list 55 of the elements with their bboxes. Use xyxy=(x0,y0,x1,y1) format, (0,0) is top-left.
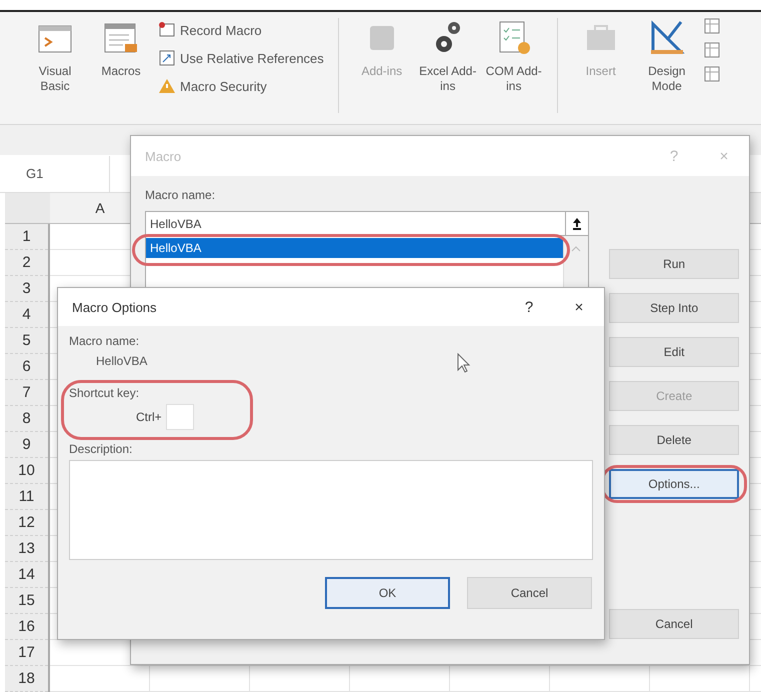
record-macro-icon[interactable] xyxy=(158,21,176,39)
dialog-button[interactable]: Delete xyxy=(609,425,739,455)
close-button[interactable]: × xyxy=(554,298,604,316)
ribbon-button-label[interactable]: Macros xyxy=(101,64,141,79)
dialog-title: Macro xyxy=(145,148,182,164)
row-header[interactable]: 1 xyxy=(5,224,48,250)
mouse-pointer-icon xyxy=(457,353,471,373)
row-header[interactable]: 14 xyxy=(5,562,48,588)
row-header[interactable]: 16 xyxy=(5,614,48,640)
ribbon-command[interactable]: Record Macro xyxy=(180,22,262,38)
row-header[interactable]: 10 xyxy=(5,458,48,484)
name-box[interactable]: G1 xyxy=(0,156,110,192)
ribbon-button-label[interactable]: COM Add-ins xyxy=(484,64,543,94)
row-header[interactable]: 8 xyxy=(5,406,48,432)
row-header[interactable]: 2 xyxy=(5,250,48,276)
grid-small-icon[interactable] xyxy=(704,42,720,58)
grid-small-icon[interactable] xyxy=(704,18,720,34)
row-header[interactable]: 12 xyxy=(5,510,48,536)
dialog-button[interactable]: Run xyxy=(609,249,739,279)
relative-reference-icon[interactable] xyxy=(158,49,176,67)
shortcut-key-field[interactable] xyxy=(166,404,194,430)
ribbon-command[interactable]: Macro Security xyxy=(180,78,267,94)
ribbon-button-label[interactable]: Excel Add-ins xyxy=(418,64,477,94)
macro-name-value: HelloVBA xyxy=(96,353,148,370)
warning-icon[interactable] xyxy=(158,77,176,95)
grid-small-icon[interactable] xyxy=(704,66,720,82)
row-header[interactable]: 5 xyxy=(5,328,48,354)
shortcut-prefix: Ctrl+ xyxy=(136,410,162,424)
dialog-title: Macro Options xyxy=(72,300,158,314)
row-header[interactable]: 4 xyxy=(5,302,48,328)
dialog-button[interactable]: Edit xyxy=(609,337,739,367)
field-label: Shortcut key: xyxy=(69,385,140,402)
dialog-button[interactable]: Step Into xyxy=(609,293,739,323)
row-header[interactable]: 17 xyxy=(5,640,48,666)
field-label: Description: xyxy=(69,441,134,458)
row-header[interactable]: 7 xyxy=(5,380,48,406)
ribbon-command[interactable]: Use Relative References xyxy=(180,50,324,66)
row-header[interactable]: 3 xyxy=(5,276,48,302)
ribbon-button-label[interactable]: Visual Basic xyxy=(26,64,84,94)
row-header[interactable]: 9 xyxy=(5,432,48,458)
row-header[interactable]: 6 xyxy=(5,354,48,380)
dialog-button[interactable]: OK xyxy=(325,577,450,609)
help-button[interactable]: ? xyxy=(504,298,554,316)
row-header[interactable]: 11 xyxy=(5,484,48,510)
macro-list-item[interactable]: HelloVBA xyxy=(146,238,564,258)
ribbon-button-label[interactable]: Design Mode xyxy=(638,64,696,94)
description-field[interactable] xyxy=(69,460,593,560)
dialog-button[interactable]: Cancel xyxy=(467,577,592,609)
dialog-button[interactable]: Cancel xyxy=(609,609,739,639)
upload-arrow-icon[interactable] xyxy=(572,217,582,230)
macro-name-field[interactable]: HelloVBA xyxy=(145,211,566,236)
row-header[interactable]: 13 xyxy=(5,536,48,562)
row-header[interactable]: 15 xyxy=(5,588,48,614)
field-label: Macro name: xyxy=(69,333,140,350)
row-header[interactable]: 18 xyxy=(5,666,48,692)
